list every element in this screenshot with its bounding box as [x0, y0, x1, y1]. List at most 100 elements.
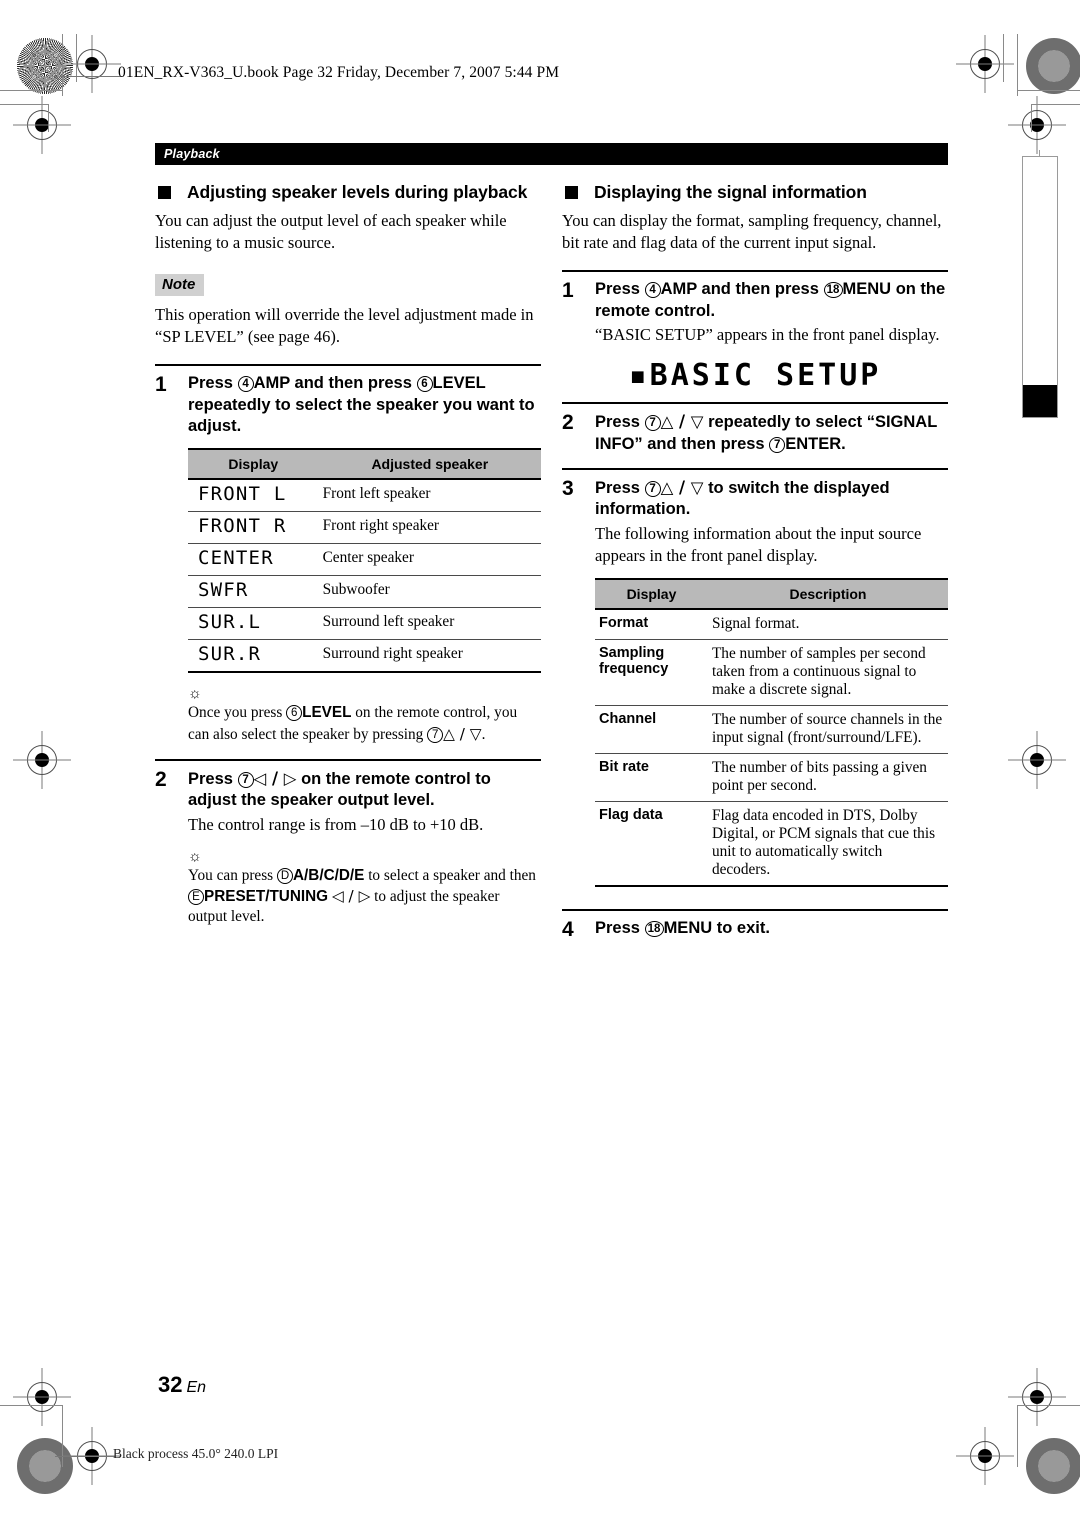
right-intro: You can display the format, sampling fre… [562, 211, 942, 253]
right-step2-body: Press 7 △ / ▽ repeatedly to select “SIGNA… [595, 411, 948, 455]
button-ref-18-icon: 18 [823, 282, 843, 299]
right-step3-sub: The following information about the inpu… [595, 523, 922, 565]
cell-display: SUR.R [188, 639, 319, 674]
left-step2-number: 2 [155, 767, 167, 791]
col-header-display: Display [595, 578, 708, 609]
table-row: Bit rate The number of bits passing a gi… [595, 753, 948, 802]
tip1-text: Once you press 6 LEVEL on the remote cont… [188, 703, 541, 744]
front-panel-display-basic-setup: ▪BASIC SETUP [628, 358, 882, 394]
and-then-press: and then press [701, 280, 819, 299]
tip2-text: You can press D A/B/C/D/E to select a spe… [188, 866, 541, 928]
button-ref-7-icon: 7 [237, 771, 254, 788]
table-row: Channel The number of source channels in… [595, 705, 948, 754]
running-head-rule [60, 76, 122, 77]
tip2-part1: You can press [188, 866, 274, 884]
table-row: Flag data Flag data encoded in DTS, Dolb… [595, 801, 948, 887]
cell-desc: Signal format. [707, 608, 948, 640]
up-down-arrows-icon: △ / ▽ [660, 477, 704, 497]
left-right-arrows-icon: ◁ / ▷ [253, 768, 297, 788]
section-bar: Playback [155, 143, 948, 165]
tip-block-2: ☼ You can press D A/B/C/D/E to select a s… [188, 849, 541, 928]
note-block: Note This operation will override the le… [155, 258, 541, 348]
table-header-row: Display Adjusted speaker [188, 449, 541, 480]
button-ref-7-icon: 7 [644, 415, 661, 432]
trim-mark-h-br-a [1017, 1405, 1080, 1406]
trim-mark-h-tl-c [48, 90, 62, 91]
two-column-layout: Adjusting speaker levels during playback… [155, 181, 948, 941]
section-bar-label: Playback [164, 147, 220, 161]
button-ref-18-icon: 18 [644, 920, 664, 937]
trim-mark-v-bl-a [62, 1405, 63, 1467]
note-text: This operation will override the level a… [155, 305, 534, 347]
right-step4-tail: to exit. [716, 918, 770, 937]
abcde-button-label: A/B/C/D/E [292, 866, 365, 884]
running-head: 01EN_RX-V363_U.book Page 32 Friday, Dece… [118, 64, 560, 81]
up-down-arrows-icon: △ / ▽ [443, 724, 482, 743]
and-then-press: and then press [294, 374, 412, 393]
tip1-period: . [481, 725, 486, 743]
table-header-row: Display Description [595, 578, 948, 609]
page-language: En [186, 1379, 207, 1396]
button-ref-6-icon: 6 [286, 705, 303, 722]
trim-mark-h-bl-a [0, 1405, 62, 1406]
right-heading: Displaying the signal information [562, 181, 948, 203]
cell-display: SWFR [188, 575, 319, 609]
crosshair-center-left [27, 745, 57, 775]
left-intro: You can adjust the output level of each … [155, 211, 507, 253]
trim-mark-h-tr-a [1017, 90, 1080, 91]
tip1-part1: Once you press [188, 704, 283, 722]
trim-mark-h-tr-b [1031, 104, 1080, 105]
preset-tuning-button-label: PRESET/TUNING [204, 887, 329, 905]
right-step2-period: . [841, 434, 846, 453]
table-row: SWFR Subwoofer [188, 575, 541, 609]
left-right-arrows-icon: ◁ / ▷ [331, 886, 371, 905]
cell-desc: Subwoofer [318, 575, 541, 609]
document-page: 01EN_RX-V363_U.book Page 32 Friday, Dece… [0, 0, 1080, 1528]
cell-desc: Front right speaker [318, 511, 541, 545]
registration-rosette-bottom-left [17, 1438, 73, 1494]
trim-mark-v-tl-b [76, 34, 77, 82]
cell-desc: The number of bits passing a given point… [707, 753, 948, 802]
crosshair-top-right [970, 49, 1000, 79]
col-header-description: Description [707, 578, 948, 609]
note-label: Note [155, 274, 205, 297]
menu-button-label: MENU [842, 280, 892, 299]
left-step1-number: 1 [155, 373, 167, 397]
cell-desc: Surround right speaker [318, 639, 541, 674]
col-header-adjusted-speaker: Adjusted speaker [318, 449, 541, 480]
left-step1-body: Press 4 AMP and then press 6 LEVEL repeate… [188, 373, 541, 745]
left-heading: Adjusting speaker levels during playback [155, 181, 541, 203]
table-row: SUR.L Surround left speaker [188, 607, 541, 641]
cell-desc: Center speaker [318, 543, 541, 577]
press-word: Press [595, 918, 640, 937]
crosshair-mid-right [1022, 110, 1052, 140]
button-ref-e-icon: E [188, 888, 204, 905]
crosshair-bottom-right [970, 1441, 1000, 1471]
press-word: Press [595, 413, 640, 432]
thumb-tab-frame [1022, 156, 1058, 418]
press-word: Press [595, 280, 640, 299]
button-ref-7-icon: 7 [644, 480, 661, 497]
left-step1-lead: Press 4 AMP and then press 6 LEVEL repeate… [188, 373, 541, 437]
trim-mark-v-br-a [1017, 1405, 1018, 1467]
color-bar-rule [55, 1456, 115, 1457]
right-step-2: 2 Press 7 △ / ▽ repeatedly to select “SIG… [562, 404, 948, 455]
tip-block-1: ☼ Once you press 6 LEVEL on the remote co… [188, 687, 541, 744]
cell-desc: The number of samples per second taken f… [707, 639, 948, 706]
cell-desc: The number of source channels in the inp… [707, 705, 948, 754]
right-step2-number: 2 [562, 411, 574, 435]
square-bullet-icon [565, 186, 578, 199]
cell-desc: Flag data encoded in DTS, Dolby Digital,… [707, 801, 948, 887]
registration-rosette-top-right [1026, 38, 1080, 94]
left-step2-sub: The control range is from –10 dB to +10 … [188, 814, 484, 834]
trim-mark-v-tr-b [1003, 34, 1004, 82]
right-step3-number: 3 [562, 476, 574, 500]
square-bullet-icon [158, 186, 171, 199]
speaker-display-table: Display Adjusted speaker FRONT L Front l… [188, 448, 541, 674]
left-column: Adjusting speaker levels during playback… [155, 181, 541, 927]
right-step-4: 4 Press 18 MENU to exit. [562, 911, 948, 942]
cell-display: Channel [595, 705, 708, 754]
page-number: 32 [158, 1372, 183, 1397]
cell-display: SUR.L [188, 607, 319, 641]
right-step-1: 1 Press 4 AMP and then press 18 MENU on th… [562, 272, 948, 346]
